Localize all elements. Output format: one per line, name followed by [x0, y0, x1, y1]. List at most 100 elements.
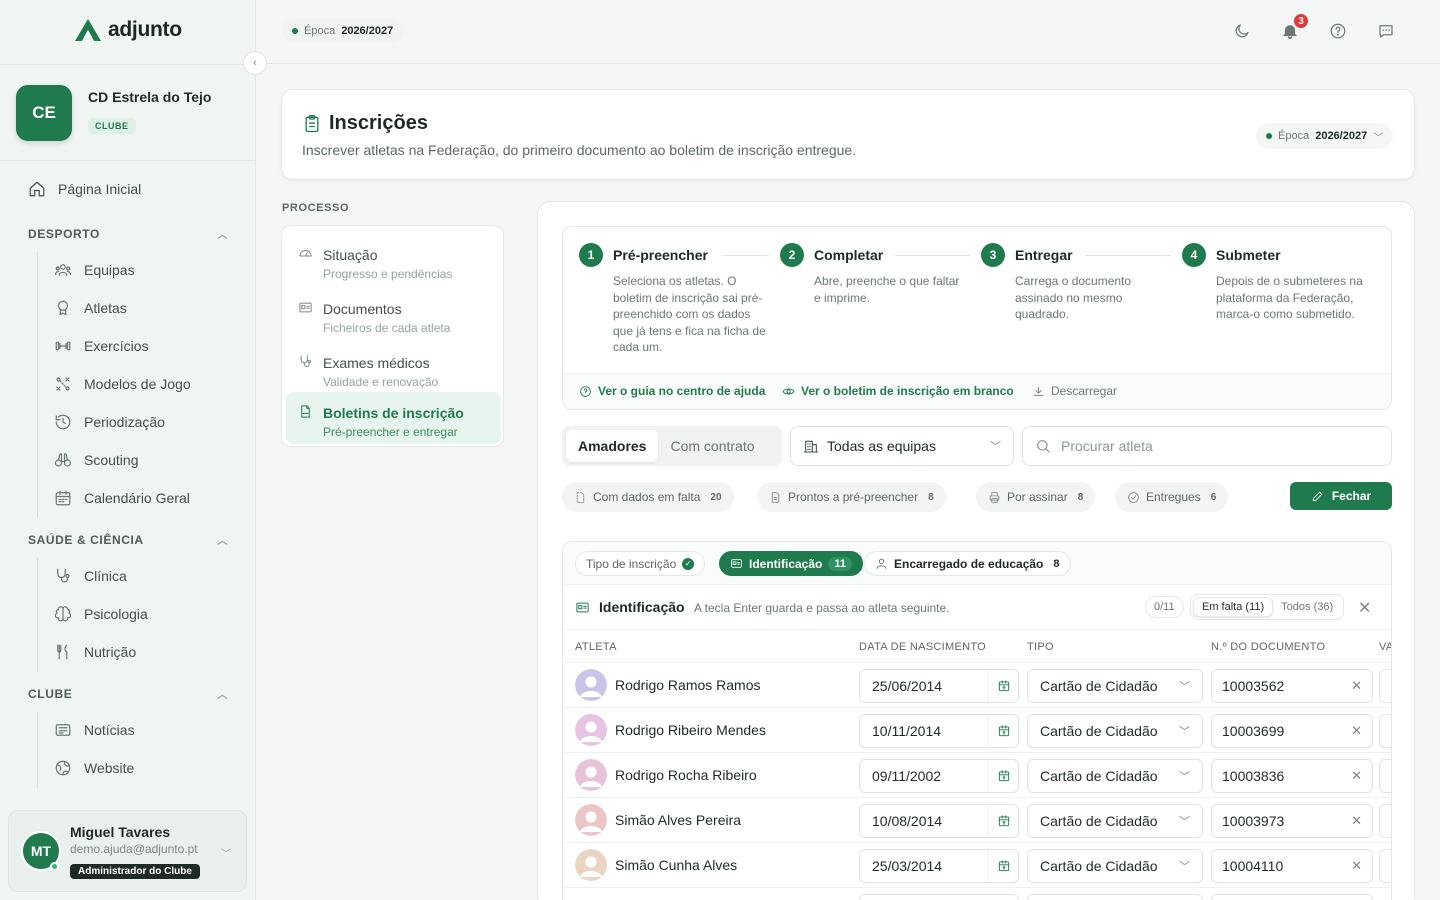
blank-form-link[interactable]: Ver o boletim de inscrição em branco [782, 384, 1014, 398]
document-number-input[interactable]: 10003836 ✕ [1211, 759, 1373, 793]
document-number-input[interactable]: 10003699 ✕ [1211, 714, 1373, 748]
athlete-name[interactable]: Simão Cunha Alves [615, 857, 737, 873]
calendar-icon[interactable] [988, 760, 1018, 792]
nav-section-desporto[interactable]: DESPORTO ︿ [28, 226, 228, 242]
filter-missing[interactable]: Em falta (11) [1193, 597, 1274, 617]
document-number-input[interactable]: 10003973 ✕ [1211, 804, 1373, 838]
segment-com-contrato[interactable]: Com contrato [658, 430, 766, 462]
dob-value: 25/06/2014 [872, 678, 943, 694]
document-number-input[interactable]: 10003562 ✕ [1211, 669, 1373, 703]
document-type-value: Cartão de Cidadão [1040, 723, 1158, 739]
nav-item-noticias[interactable]: Notícias [54, 721, 135, 739]
nav-item-scouting[interactable]: Scouting [54, 451, 138, 469]
nav-section-clube[interactable]: CLUBE ︿ [28, 686, 228, 702]
help-guide-link[interactable]: Ver o guia no centro de ajuda [579, 384, 765, 398]
validity-input[interactable] [1379, 804, 1391, 838]
nav-item-website[interactable]: Website [54, 759, 134, 777]
user-menu[interactable]: MT Miguel Tavares demo.ajuda@adjunto.pt … [8, 810, 247, 892]
help-button[interactable] [1329, 22, 1347, 40]
app-logo[interactable]: adjunto [74, 18, 182, 42]
document-type-select[interactable]: Cartão de Cidadão ﹀ [1027, 849, 1203, 883]
dob-input[interactable]: 09/11/2002 [859, 759, 1019, 793]
nav-item-modelos-de-jogo[interactable]: Modelos de Jogo [54, 375, 191, 393]
nav-item-psicologia[interactable]: Psicologia [54, 605, 148, 623]
team-select[interactable]: Todas as equipas ﹀ [790, 426, 1014, 466]
tab-tipo-inscricao[interactable]: Tipo de inscrição ✓ [575, 551, 706, 576]
athlete-name[interactable]: Rodrigo Rocha Ribeiro [615, 767, 757, 783]
nav-item-exercicios[interactable]: Exercícios [54, 337, 149, 355]
document-type-select[interactable]: Cartão de Cidadão ﹀ [1027, 714, 1203, 748]
athlete-search-input[interactable] [1061, 438, 1361, 454]
clear-icon[interactable]: ✕ [1351, 678, 1362, 694]
process-label: PROCESSO [282, 202, 350, 214]
filter-all[interactable]: Todos (36) [1273, 597, 1341, 617]
chip-to-sign[interactable]: Por assinar 8 [976, 482, 1096, 512]
season-selector[interactable]: Época 2026/2027 ﹀ [1256, 123, 1394, 149]
season-dot-icon [292, 28, 298, 34]
tab-identificacao[interactable]: Identificação 11 [719, 551, 863, 576]
athlete-name[interactable]: Rodrigo Ribeiro Mendes [615, 722, 766, 738]
dark-mode-button[interactable] [1233, 22, 1251, 40]
section-title: Identificação [599, 599, 685, 615]
nav-item-equipas[interactable]: Equipas [54, 261, 135, 279]
chip-delivered[interactable]: Entregues 6 [1115, 482, 1229, 512]
document-number-input[interactable] [1211, 894, 1373, 900]
process-item-documentos[interactable]: Documentos Ficheiros de cada atleta [286, 288, 501, 340]
calendar-icon[interactable] [988, 715, 1018, 747]
sidebar-collapse-button[interactable]: ‹ [243, 51, 267, 75]
dob-input[interactable]: 10/11/2014 [859, 714, 1019, 748]
validity-input[interactable] [1379, 714, 1391, 748]
chip-ready-prefill[interactable]: Prontos a pré-preencher 8 [757, 482, 946, 512]
nav-item-periodizacao[interactable]: Periodização [54, 413, 165, 431]
nav-section-saude[interactable]: SAÚDE & CIÊNCIA ︿ [28, 532, 228, 548]
chip-label: Entregues [1146, 490, 1201, 504]
nav-item-clinica[interactable]: Clínica [54, 567, 127, 585]
club-switcher[interactable]: CE CD Estrela do Tejo CLUBE [0, 64, 255, 161]
process-item-exames[interactable]: Exames médicos Validade e renovação [286, 342, 501, 394]
messages-button[interactable] [1377, 22, 1395, 40]
binoculars-icon [54, 453, 72, 467]
tab-encarregado[interactable]: Encarregado de educação 8 [864, 551, 1071, 576]
chip-missing-data[interactable]: Com dados em falta 20 [562, 482, 734, 512]
season-label: Época [1278, 130, 1310, 142]
document-type-select[interactable]: Cartão de Cidadão ﹀ [1027, 804, 1203, 838]
validity-input[interactable] [1379, 849, 1391, 883]
table-header: ATLETA DATA DE NASCIMENTO TIPO N.º DO DO… [563, 630, 1391, 663]
document-type-select[interactable]: Cartão de Cidadão ﹀ [1027, 669, 1203, 703]
nav-item-nutricao[interactable]: Nutrição [54, 643, 136, 661]
home-icon [29, 181, 45, 197]
validity-input[interactable] [1379, 759, 1391, 793]
nav-item-calendario-geral[interactable]: Calendário Geral [54, 489, 190, 507]
document-type-select[interactable] [1027, 894, 1203, 900]
calendar-icon[interactable] [988, 670, 1018, 702]
dob-input[interactable]: 10/08/2014 [859, 804, 1019, 838]
close-icon[interactable]: ✕ [1358, 598, 1371, 618]
main-panel: 1 Pré-preencher Seleciona os atletas. O … [537, 201, 1415, 900]
process-item-boletins[interactable]: Boletins de inscrição Pré-preencher e en… [286, 392, 501, 444]
clear-icon[interactable]: ✕ [1351, 723, 1362, 739]
notification-count-badge: 3 [1292, 12, 1310, 30]
clear-icon[interactable]: ✕ [1351, 858, 1362, 874]
document-type-select[interactable]: Cartão de Cidadão ﹀ [1027, 759, 1203, 793]
segment-amadores[interactable]: Amadores [566, 430, 659, 462]
nav-home[interactable]: Página Inicial [28, 180, 141, 198]
nav-group-saude: Clínica Psicologia Nutrição [37, 558, 148, 672]
close-button[interactable]: Fechar [1290, 482, 1392, 510]
process-item-situacao[interactable]: Situação Progresso e pendências [286, 234, 501, 286]
download-link[interactable]: Descarregar [1032, 384, 1117, 398]
dob-input[interactable]: 25/06/2014 [859, 669, 1019, 703]
dob-input[interactable]: 25/03/2014 [859, 849, 1019, 883]
calendar-icon[interactable] [988, 805, 1018, 837]
validity-input[interactable] [1379, 669, 1391, 703]
dob-input[interactable] [859, 894, 1019, 900]
athlete-name[interactable]: Rodrigo Ramos Ramos [615, 677, 761, 693]
clear-icon[interactable]: ✕ [1351, 813, 1362, 829]
nav-item-atletas[interactable]: Atletas [54, 299, 127, 317]
process-item-subtitle: Pré-preencher e entregar [323, 425, 458, 439]
clear-icon[interactable]: ✕ [1351, 768, 1362, 784]
athlete-name[interactable]: Simão Alves Pereira [615, 812, 741, 828]
season-indicator[interactable]: Época 2026/2027 [282, 19, 404, 43]
nav-item-label: Notícias [84, 722, 135, 738]
calendar-icon[interactable] [988, 850, 1018, 882]
document-number-input[interactable]: 10004110 ✕ [1211, 849, 1373, 883]
